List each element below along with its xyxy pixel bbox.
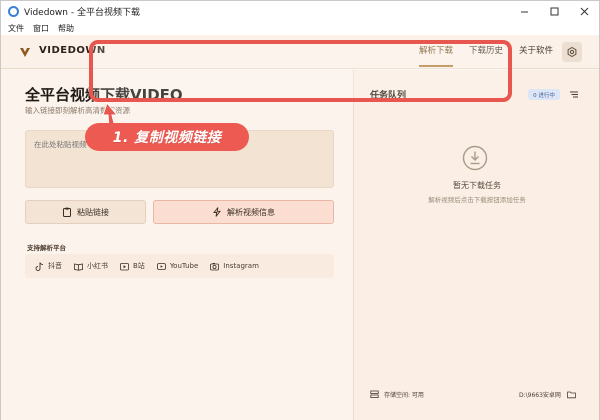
annotation-highlight-frame [89,40,512,102]
window-controls [509,1,599,21]
platforms-list: 抖音 小红书 B站 YouTube Instagram [25,254,334,278]
download-circle-icon [462,145,488,171]
storage-status: 存储空间: 可用 [370,390,424,399]
download-path[interactable]: D:\9663安卓网 [519,390,576,399]
play-icon [156,262,166,270]
clipboard-icon [63,207,71,217]
camera-icon [210,262,220,270]
parse-video-button[interactable]: 解析视频信息 [153,200,334,224]
platform-label: YouTube [169,262,199,270]
list-sort-icon[interactable] [569,89,579,99]
close-button[interactable] [569,1,599,21]
app-window: Videdown - 全平台视频下载 文件 窗口 帮助 VIDEDOWN 解析下… [0,0,600,420]
platform-youtube: YouTube [156,262,199,271]
platform-douyin: 抖音 [35,261,62,271]
brand-logo-icon [20,48,30,57]
storage-label: 存储空间: 可用 [384,392,424,399]
app-logo-icon [8,5,19,17]
window-title: Videdown - 全平台视频下载 [24,7,140,18]
platform-xiaohongshu: 小红书 [74,261,108,271]
platforms-heading: 支持解析平台 [27,244,66,252]
tab-about[interactable]: 关于软件 [513,35,559,69]
tiktok-icon [35,262,44,271]
minimize-button[interactable] [509,1,539,21]
task-queue-panel: 任务队列 0 进行中 暂无下载任务 解析视频后点击下载按钮添加任务 存储空间: … [353,70,599,420]
paste-link-label: 粘贴链接 [77,207,109,217]
platform-label: B站 [133,262,145,270]
platform-label: 抖音 [48,262,62,270]
menu-bar: 文件 窗口 帮助 [1,21,599,35]
menu-window[interactable]: 窗口 [33,23,49,34]
tv-icon [120,262,129,270]
running-count-badge: 0 进行中 [528,89,560,100]
menu-file[interactable]: 文件 [8,23,24,34]
platform-instagram: Instagram [210,262,259,271]
empty-queue-hint: 解析视频后点击下载按钮添加任务 [428,196,526,204]
paste-link-button[interactable]: 粘贴链接 [25,200,146,224]
platform-label: 小红书 [87,262,108,270]
annotation-step-label: 1. 复制视频链接 [85,123,249,151]
empty-queue-title: 暂无下载任务 [453,181,501,190]
book-icon [74,263,83,271]
download-path-text: D:\9663安卓网 [519,392,561,399]
settings-button[interactable] [562,42,582,62]
gear-icon [567,47,577,57]
menu-help[interactable]: 帮助 [58,23,74,34]
close-icon [580,7,588,15]
folder-icon[interactable] [567,390,576,399]
lightning-icon [213,207,221,217]
storage-icon [370,390,379,398]
platform-label: Instagram [223,262,259,270]
platform-bilibili: B站 [120,261,145,271]
parse-video-label: 解析视频信息 [227,207,275,217]
minimize-icon [520,11,528,12]
maximize-button[interactable] [539,1,569,21]
title-bar: Videdown - 全平台视频下载 [1,1,599,21]
maximize-icon [550,7,558,15]
